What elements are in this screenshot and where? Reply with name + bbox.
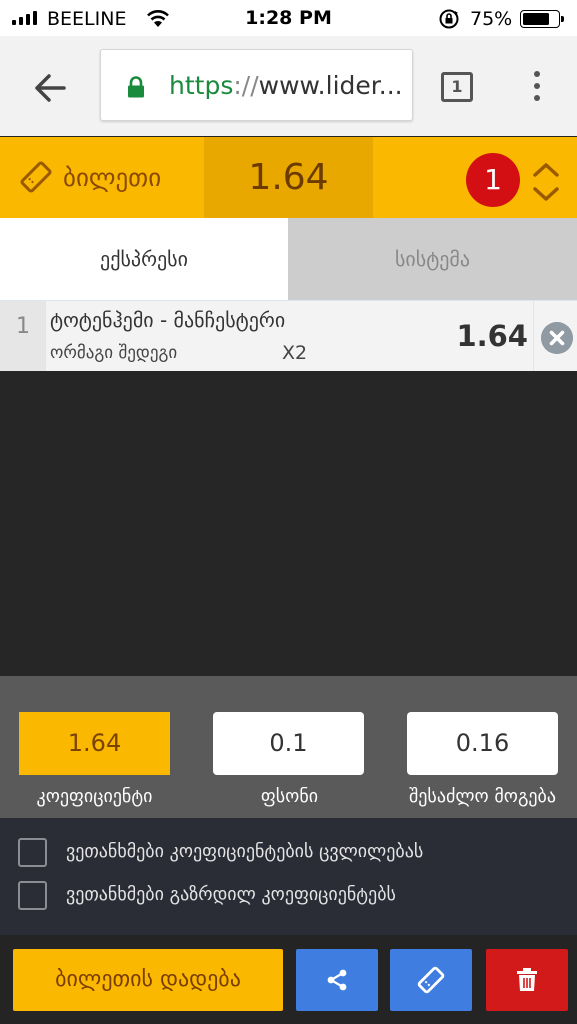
possible-win-label: შესაძლო მოგება: [408, 786, 557, 807]
back-arrow-icon[interactable]: [30, 68, 70, 108]
bet-match-name: ტოტენჰემი - მანჩესტერი: [50, 308, 286, 332]
action-bar: ბილეთის დადება: [0, 935, 577, 1024]
share-icon: [327, 969, 347, 991]
kebab-menu-icon[interactable]: [528, 71, 546, 105]
bet-selection-row: 1 ტოტენჰემი - მანჩესტერი ორმაგი შედეგი X…: [0, 300, 577, 371]
address-bar[interactable]: https://www.lider...: [100, 49, 413, 121]
ticket-button[interactable]: [390, 949, 472, 1011]
ticket-icon: [20, 161, 52, 193]
possible-win-value: 0.16: [407, 712, 558, 775]
bet-outcome: X2: [282, 342, 308, 364]
tab-system[interactable]: სისტემა: [288, 218, 577, 300]
ticket-header[interactable]: ბილეთი 1.64 1: [0, 137, 577, 218]
url-text: https://www.lider...: [169, 71, 403, 100]
coefficient-label: კოეფიციენტი: [36, 786, 153, 807]
accept-odds-change-checkbox[interactable]: [18, 838, 47, 867]
battery-icon: [520, 10, 564, 28]
accept-increased-odds-label: ვეთანხმები გაზრდილ კოეფიციენტებს: [66, 884, 396, 905]
expand-collapse-icon[interactable]: [531, 160, 561, 204]
stake-panel: 1.64 0.1 0.16 კოეფიციენტი ფსონი შესაძლო …: [0, 676, 577, 818]
share-button[interactable]: [296, 949, 378, 1011]
tabs-icon[interactable]: 1: [441, 72, 473, 102]
battery-percent: 75%: [470, 8, 513, 30]
status-bar: BEELINE 1:28 PM 75%: [0, 0, 577, 36]
empty-area: [0, 371, 577, 676]
bet-market: ორმაგი შედეგი: [50, 343, 178, 363]
stake-input[interactable]: 0.1: [213, 712, 364, 775]
accept-increased-odds-checkbox[interactable]: [18, 881, 47, 910]
selection-count-badge: 1: [466, 153, 520, 207]
trash-icon: [517, 968, 537, 991]
bet-type-tabs: ექსპრესი სისტემა: [0, 218, 577, 300]
divider: [533, 301, 534, 371]
rotation-lock-icon: [439, 9, 459, 29]
browser-toolbar: https://www.lider... 1: [0, 36, 577, 136]
stake-label: ფსონი: [260, 786, 319, 807]
delete-button[interactable]: [486, 949, 568, 1011]
bet-index: 1: [0, 301, 46, 371]
place-bet-button[interactable]: ბილეთის დადება: [13, 949, 283, 1011]
accept-odds-change-label: ვეთანხმები კოეფიციენტების ცვლილებას: [66, 841, 424, 862]
bet-odds: 1.64: [456, 319, 528, 353]
padlock-icon: [128, 76, 144, 98]
close-icon[interactable]: [541, 322, 573, 354]
ticket-icon: [417, 966, 445, 994]
confirmation-options: ვეთანხმები კოეფიციენტების ცვლილებას ვეთა…: [0, 818, 577, 935]
total-odds: 1.64: [204, 137, 373, 218]
ticket-label: ბილეთი: [63, 163, 162, 192]
tab-express[interactable]: ექსპრესი: [0, 218, 288, 300]
coefficient-value: 1.64: [19, 712, 170, 775]
